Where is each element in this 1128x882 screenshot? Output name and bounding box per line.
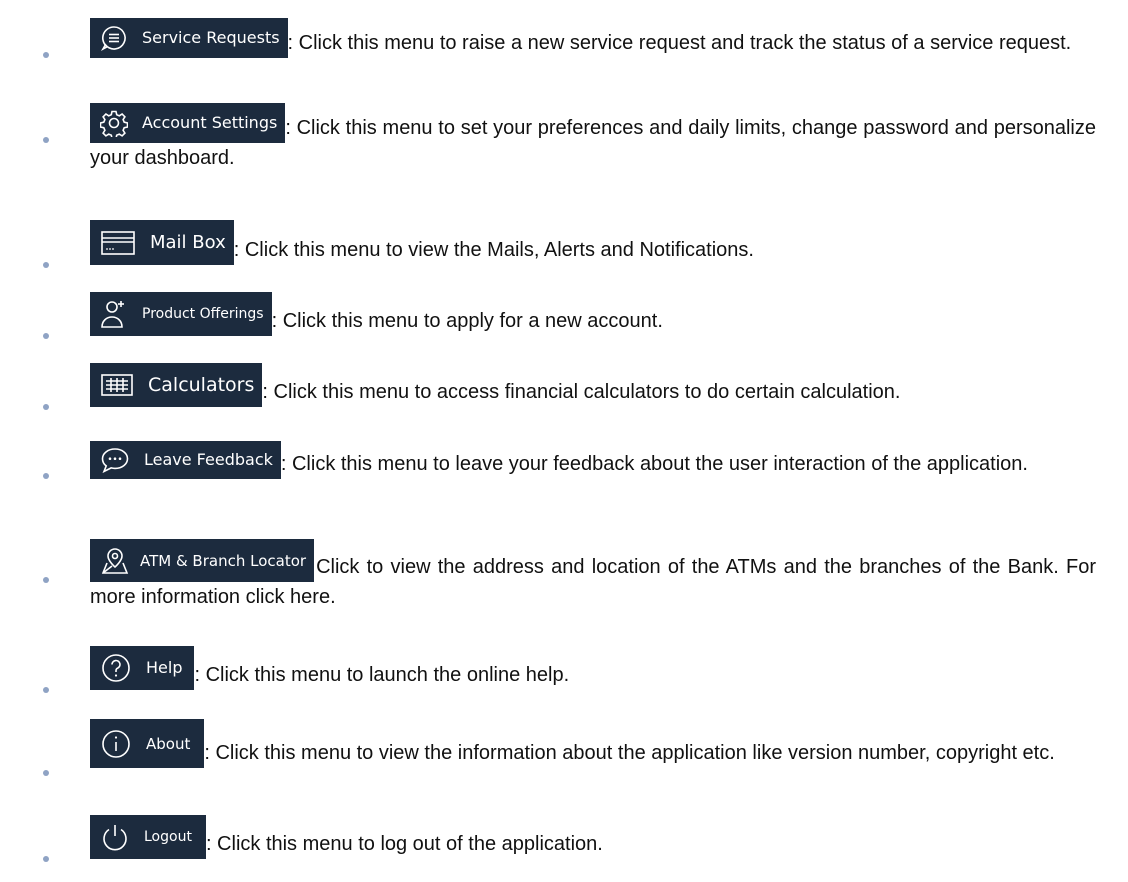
item-paragraph: Calculators : Click this menu to access f… (90, 363, 1096, 407)
item-paragraph: Leave Feedback : Click this menu to leave… (90, 441, 1096, 479)
account-settings-button[interactable]: Account Settings (90, 103, 286, 143)
product-offerings-button[interactable]: Product Offerings (90, 292, 272, 336)
about-label: About (146, 734, 191, 753)
mail-box-description: : Click this menu to view the Mails, Ale… (233, 239, 754, 261)
service-requests-label: Service Requests (142, 28, 280, 47)
calculators-label: Calculators (148, 374, 255, 396)
calculators-button[interactable]: Calculators (90, 363, 263, 407)
item-paragraph: ATM & Branch Locator Click to view the ad… (90, 539, 1096, 612)
atm-branch-locator-button[interactable]: ATM & Branch Locator (90, 539, 315, 582)
atm-branch-locator-label: ATM & Branch Locator (140, 551, 307, 570)
product-offerings-description: : Click this menu to apply for a new acc… (271, 310, 663, 332)
logout-button[interactable]: Logout (90, 815, 206, 859)
info-icon (100, 728, 132, 760)
leave-feedback-description: : Click this menu to leave your feedback… (280, 453, 1028, 475)
logout-description: : Click this menu to log out of the appl… (205, 833, 603, 855)
service-requests-button[interactable]: Service Requests (90, 18, 288, 58)
gear-icon (100, 109, 128, 137)
account-settings-label: Account Settings (142, 113, 278, 132)
bullet (43, 856, 49, 862)
calculator-icon (100, 373, 134, 397)
help-label: Help (146, 658, 183, 677)
service-requests-description: : Click this menu to raise a new service… (287, 32, 1072, 54)
mail-box-label: Mail Box (150, 231, 226, 253)
bullet (43, 333, 49, 339)
leave-feedback-label: Leave Feedback (144, 450, 273, 469)
map-pin-icon (100, 546, 130, 576)
bullet (43, 770, 49, 776)
chat-bubble-icon (100, 24, 128, 52)
bullet (43, 577, 49, 583)
help-button[interactable]: Help (90, 646, 195, 690)
about-description: : Click this menu to view the informatio… (204, 742, 1055, 764)
product-offerings-label: Product Offerings (142, 306, 264, 322)
add-user-icon (100, 298, 128, 330)
bullet (43, 52, 49, 58)
mail-box-button[interactable]: Mail Box (90, 220, 234, 265)
item-paragraph: Product Offerings : Click this menu to ap… (90, 292, 1096, 336)
bullet (43, 404, 49, 410)
bullet (43, 262, 49, 268)
calculators-description: : Click this menu to access financial ca… (262, 381, 901, 403)
mailbox-icon (100, 230, 136, 256)
item-paragraph: Service Requests : Click this menu to rai… (90, 18, 1096, 58)
leave-feedback-button[interactable]: Leave Feedback (90, 441, 281, 479)
item-paragraph: Account Settings: Click this menu to set… (90, 103, 1096, 173)
bullet (43, 687, 49, 693)
item-paragraph: Logout : Click this menu to log out of th… (90, 815, 1096, 859)
help-description: : Click this menu to launch the online h… (194, 664, 570, 686)
logout-label: Logout (144, 829, 192, 845)
power-icon (100, 822, 130, 852)
item-paragraph: Mail Box : Click this menu to view the Ma… (90, 220, 1096, 265)
item-paragraph: Help : Click this menu to launch the onli… (90, 646, 1096, 690)
item-paragraph: About : Click this menu to view the infor… (90, 719, 1096, 768)
feedback-icon (100, 446, 130, 474)
bullet (43, 137, 49, 143)
bullet (43, 473, 49, 479)
about-button[interactable]: About (90, 719, 205, 768)
help-icon (100, 652, 132, 684)
